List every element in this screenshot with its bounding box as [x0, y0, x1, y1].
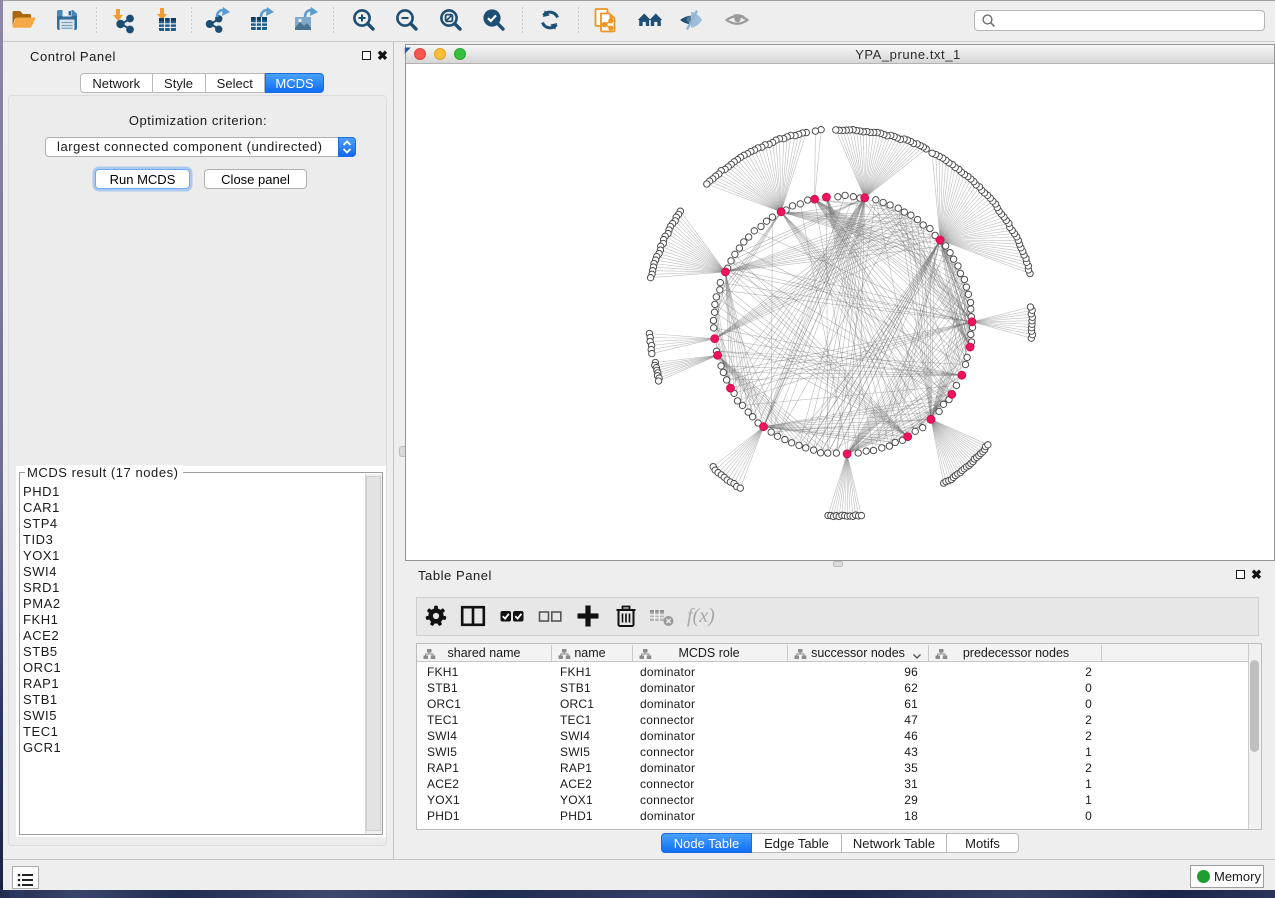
svg-text:f(x): f(x): [687, 605, 715, 627]
